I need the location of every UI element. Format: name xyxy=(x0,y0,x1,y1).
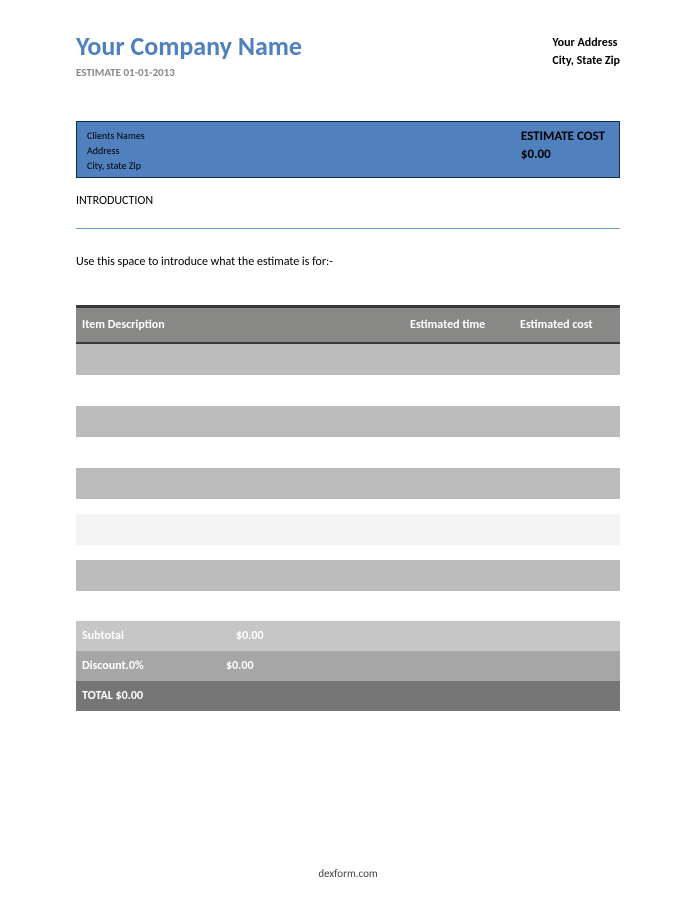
col-estimated-cost: Estimated cost xyxy=(520,318,620,332)
client-info: Clients Names Address City, state Zip xyxy=(87,128,145,173)
table-row xyxy=(76,406,620,437)
client-names: Clients Names xyxy=(87,128,145,143)
col-item-description: Item Description xyxy=(76,318,410,332)
col-estimated-time: Estimated time xyxy=(410,318,520,332)
table-gap xyxy=(76,545,620,560)
total-line: TOTAL $0.00 xyxy=(82,689,143,703)
discount-label: Discount.0% xyxy=(76,659,226,673)
table-header: Item Description Estimated time Estimate… xyxy=(76,308,620,344)
estimate-cost-label: ESTIMATE COST xyxy=(521,128,605,146)
introduction-text: Use this space to introduce what the est… xyxy=(76,255,620,269)
items-table: Item Description Estimated time Estimate… xyxy=(76,305,620,711)
company-name: Your Company Name xyxy=(76,30,302,62)
company-block: Your Company Name ESTIMATE 01-01-2013 xyxy=(76,30,302,79)
summary-gap xyxy=(76,591,620,621)
client-box: Clients Names Address City, state Zip ES… xyxy=(76,121,620,178)
table-row xyxy=(76,468,620,499)
table-row xyxy=(76,344,620,375)
table-row xyxy=(76,437,620,468)
estimate-cost: ESTIMATE COST $0.00 xyxy=(521,128,609,173)
discount-value: $0.00 xyxy=(226,659,254,673)
estimate-date: ESTIMATE 01-01-2013 xyxy=(76,66,302,79)
table-row xyxy=(76,375,620,406)
client-address: Address xyxy=(87,143,145,158)
subtotal-value: $0.00 xyxy=(236,629,264,643)
estimate-cost-value: $0.00 xyxy=(521,146,605,164)
divider xyxy=(76,228,620,229)
subtotal-row: Subtotal $0.00 xyxy=(76,621,620,651)
address-line1: Your Address xyxy=(552,34,620,52)
client-city: City, state Zip xyxy=(87,158,145,173)
table-row xyxy=(76,514,620,545)
subtotal-label: Subtotal xyxy=(76,629,236,643)
footer-text: dexform.com xyxy=(0,867,696,880)
address-line2: City, State Zip xyxy=(552,52,620,70)
table-row xyxy=(76,560,620,591)
total-row: TOTAL $0.00 xyxy=(76,681,620,711)
introduction-heading: INTRODUCTION xyxy=(76,194,620,208)
table-gap xyxy=(76,499,620,514)
company-address: Your Address City, State Zip xyxy=(552,30,620,70)
document-header: Your Company Name ESTIMATE 01-01-2013 Yo… xyxy=(76,30,620,79)
discount-row: Discount.0% $0.00 xyxy=(76,651,620,681)
